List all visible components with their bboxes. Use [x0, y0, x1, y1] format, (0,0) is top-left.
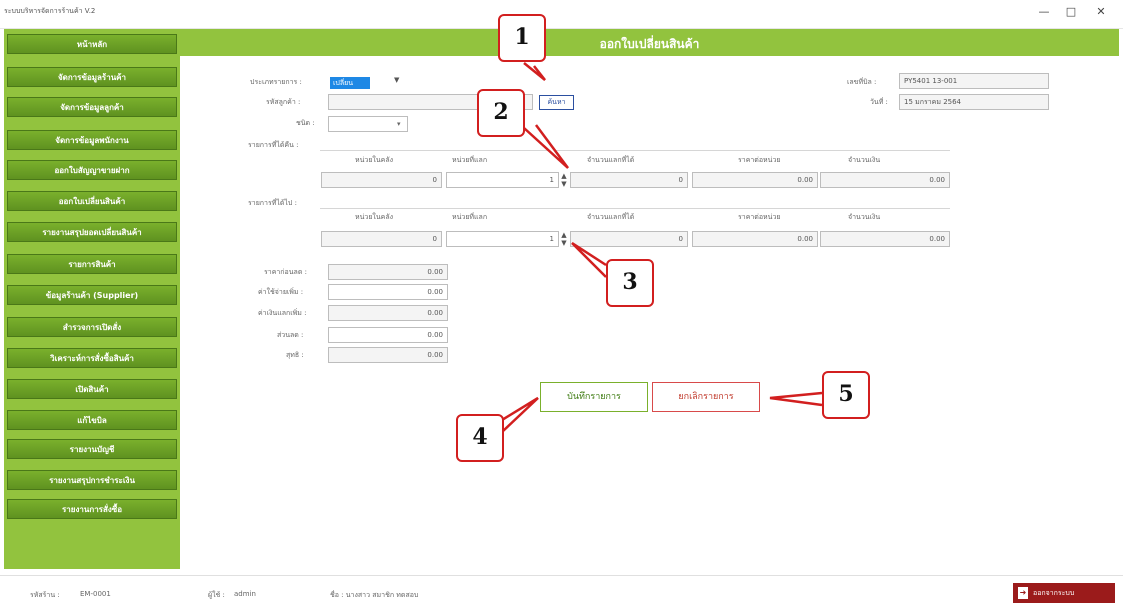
callout-3-leader [571, 241, 607, 278]
type-chevron-down-icon[interactable]: ▾ [397, 120, 401, 128]
logout-icon: ➜ [1018, 587, 1028, 599]
summary-label-net: สุทธิ : [286, 351, 304, 359]
date-label: วันที่ : [870, 98, 888, 106]
receive-exchange-field: 0 [570, 231, 688, 247]
callout-5: 5 [822, 371, 870, 419]
window-titlebar: ระบบบริหารจัดการร้านค้า V.2 — □ ✕ [0, 0, 1123, 29]
chevron-down-icon[interactable]: ▼ [394, 76, 399, 84]
callout-2-leader [523, 124, 570, 169]
receive-divider [320, 208, 950, 209]
type-select[interactable] [328, 116, 408, 132]
sidebar-item-payment-report[interactable]: รายงานสรุปการชำระเงิน [7, 470, 177, 490]
date-field[interactable]: 15 มกราคม 2564 [899, 94, 1049, 110]
callout-1: 1 [498, 14, 546, 62]
logout-button[interactable]: ➜ ออกจากระบบ [1013, 583, 1115, 603]
column-header-amount: จำนวนเงิน [848, 156, 881, 164]
column-header-unit-price-2: ราคาต่อหน่วย [738, 213, 781, 221]
sidebar-item-order-report[interactable]: รายงานการสั่งซื้อ [7, 499, 177, 519]
sidebar-item-products[interactable]: รายการสินค้า [7, 254, 177, 274]
summary-exchange-extra: 0.00 [328, 305, 448, 321]
sidebar-item-open-product[interactable]: เปิดสินค้า [7, 379, 177, 399]
user-value: admin [234, 590, 256, 598]
column-header-exchange: จำนวนแลกที่ได้ [587, 156, 635, 164]
column-header-qty-2: หน่วยที่แลก [452, 213, 488, 221]
page-header: ออกใบเปลี่ยนสินค้า [180, 29, 1119, 56]
receive-amount-field: 0.00 [820, 231, 950, 247]
column-header-amount-2: จำนวนเงิน [848, 213, 881, 221]
summary-net: 0.00 [328, 347, 448, 363]
summary-label-discount: ส่วนลด : [277, 331, 304, 339]
summary-label-extra-cost: ค่าใช้จ่ายเพิ่ม : [258, 288, 304, 296]
return-qty-input[interactable]: 1 [446, 172, 559, 188]
return-exchange-field: 0 [570, 172, 688, 188]
transaction-type-label: ประเภทรายการ : [250, 78, 302, 86]
return-stock-field: 0 [321, 172, 442, 188]
status-bar: รหัสร้าน : EM-0001 ผู้ใช้ : admin ชื่อ :… [0, 575, 1123, 607]
summary-label-exchange-extra: ค่าเงินแลกเพิ่ม : [258, 309, 307, 317]
summary-label-price-before: ราคาก่อนลด : [264, 268, 307, 276]
return-amount-field: 0.00 [820, 172, 950, 188]
column-header-stock-2: หน่วยในคลัง [355, 213, 394, 221]
user-label: ผู้ใช้ : [208, 591, 225, 599]
receive-section-label: รายการที่ได้ไป : [248, 199, 297, 207]
receive-qty-input[interactable]: 1 [446, 231, 559, 247]
sidebar-item-accounts[interactable]: รายงานบัญชี [7, 439, 177, 459]
minimize-button[interactable]: — [1033, 3, 1055, 21]
receive-unit-price-field: 0.00 [692, 231, 818, 247]
return-qty-stepper-icon[interactable]: ▲ ▼ [560, 172, 568, 188]
column-header-qty: หน่วยที่แลก [452, 156, 488, 164]
return-section-label: รายการที่ได้คืน : [248, 141, 299, 149]
customer-label: รหัสลูกค้า : [266, 98, 301, 106]
callout-4-leader [501, 396, 539, 433]
receive-qty-stepper-icon[interactable]: ▲ ▼ [560, 231, 568, 247]
sidebar-item-employees[interactable]: จัดการข้อมูลพนักงาน [7, 130, 177, 150]
user-name: ชื่อ : นางสาว สมาชิก ทดสอบ [330, 591, 419, 599]
cancel-button[interactable]: ยกเลิกรายการ [652, 382, 760, 412]
sidebar-item-order-survey[interactable]: สำรวจการเปิดสั่ง [7, 317, 177, 337]
callout-1-leader [523, 62, 546, 81]
sidebar-item-home[interactable]: หน้าหลัก [7, 34, 177, 54]
return-divider [320, 150, 950, 151]
return-unit-price-field: 0.00 [692, 172, 818, 188]
window-title: ระบบบริหารจัดการร้านค้า V.2 [4, 7, 96, 15]
summary-extra-cost-input[interactable]: 0.00 [328, 284, 448, 300]
sidebar-item-exchange[interactable]: ออกใบเปลี่ยนสินค้า [7, 191, 177, 211]
page-title: ออกใบเปลี่ยนสินค้า [599, 37, 700, 51]
summary-price-before: 0.00 [328, 264, 448, 280]
callout-3: 3 [606, 259, 654, 307]
column-header-stock: หน่วยในคลัง [355, 156, 394, 164]
type-label: ชนิด : [296, 119, 315, 127]
callout-5-leader [769, 391, 823, 407]
doc-number-field: PY5401 13-001 [899, 73, 1049, 89]
sidebar-item-store-data[interactable]: จัดการข้อมูลร้านค้า [7, 67, 177, 87]
sidebar-item-supplier[interactable]: ข้อมูลร้านค้า (Supplier) [7, 285, 177, 305]
receive-stock-field: 0 [321, 231, 442, 247]
sidebar-item-edit-bill[interactable]: แก้ไขบิล [7, 410, 177, 430]
callout-2: 2 [477, 89, 525, 137]
maximize-button[interactable]: □ [1060, 3, 1082, 21]
transaction-type-select[interactable]: เปลี่ยน [330, 77, 370, 89]
search-button[interactable]: ค้นหา [539, 95, 574, 110]
column-header-exchange-2: จำนวนแลกที่ได้ [587, 213, 635, 221]
sidebar-item-order-analysis[interactable]: วิเคราะห์การสั่งซื้อสินค้า [7, 348, 177, 368]
save-button[interactable]: บันทึกรายการ [540, 382, 648, 412]
sidebar: หน้าหลัก จัดการข้อมูลร้านค้า จัดการข้อมู… [4, 29, 180, 569]
sidebar-item-exchange-report[interactable]: รายงานสรุปยอดเปลี่ยนสินค้า [7, 222, 177, 242]
sidebar-item-consignment[interactable]: ออกใบสัญญาขายฝาก [7, 160, 177, 180]
logout-label: ออกจากระบบ [1033, 589, 1075, 597]
sidebar-item-customers[interactable]: จัดการข้อมูลลูกค้า [7, 97, 177, 117]
summary-discount-input[interactable]: 0.00 [328, 327, 448, 343]
callout-4: 4 [456, 414, 504, 462]
doc-number-label: เลขที่บิล : [847, 78, 877, 86]
column-header-unit-price: ราคาต่อหน่วย [738, 156, 781, 164]
close-button[interactable]: ✕ [1090, 3, 1112, 21]
branch-value: EM-0001 [80, 590, 111, 598]
branch-label: รหัสร้าน : [30, 591, 60, 599]
